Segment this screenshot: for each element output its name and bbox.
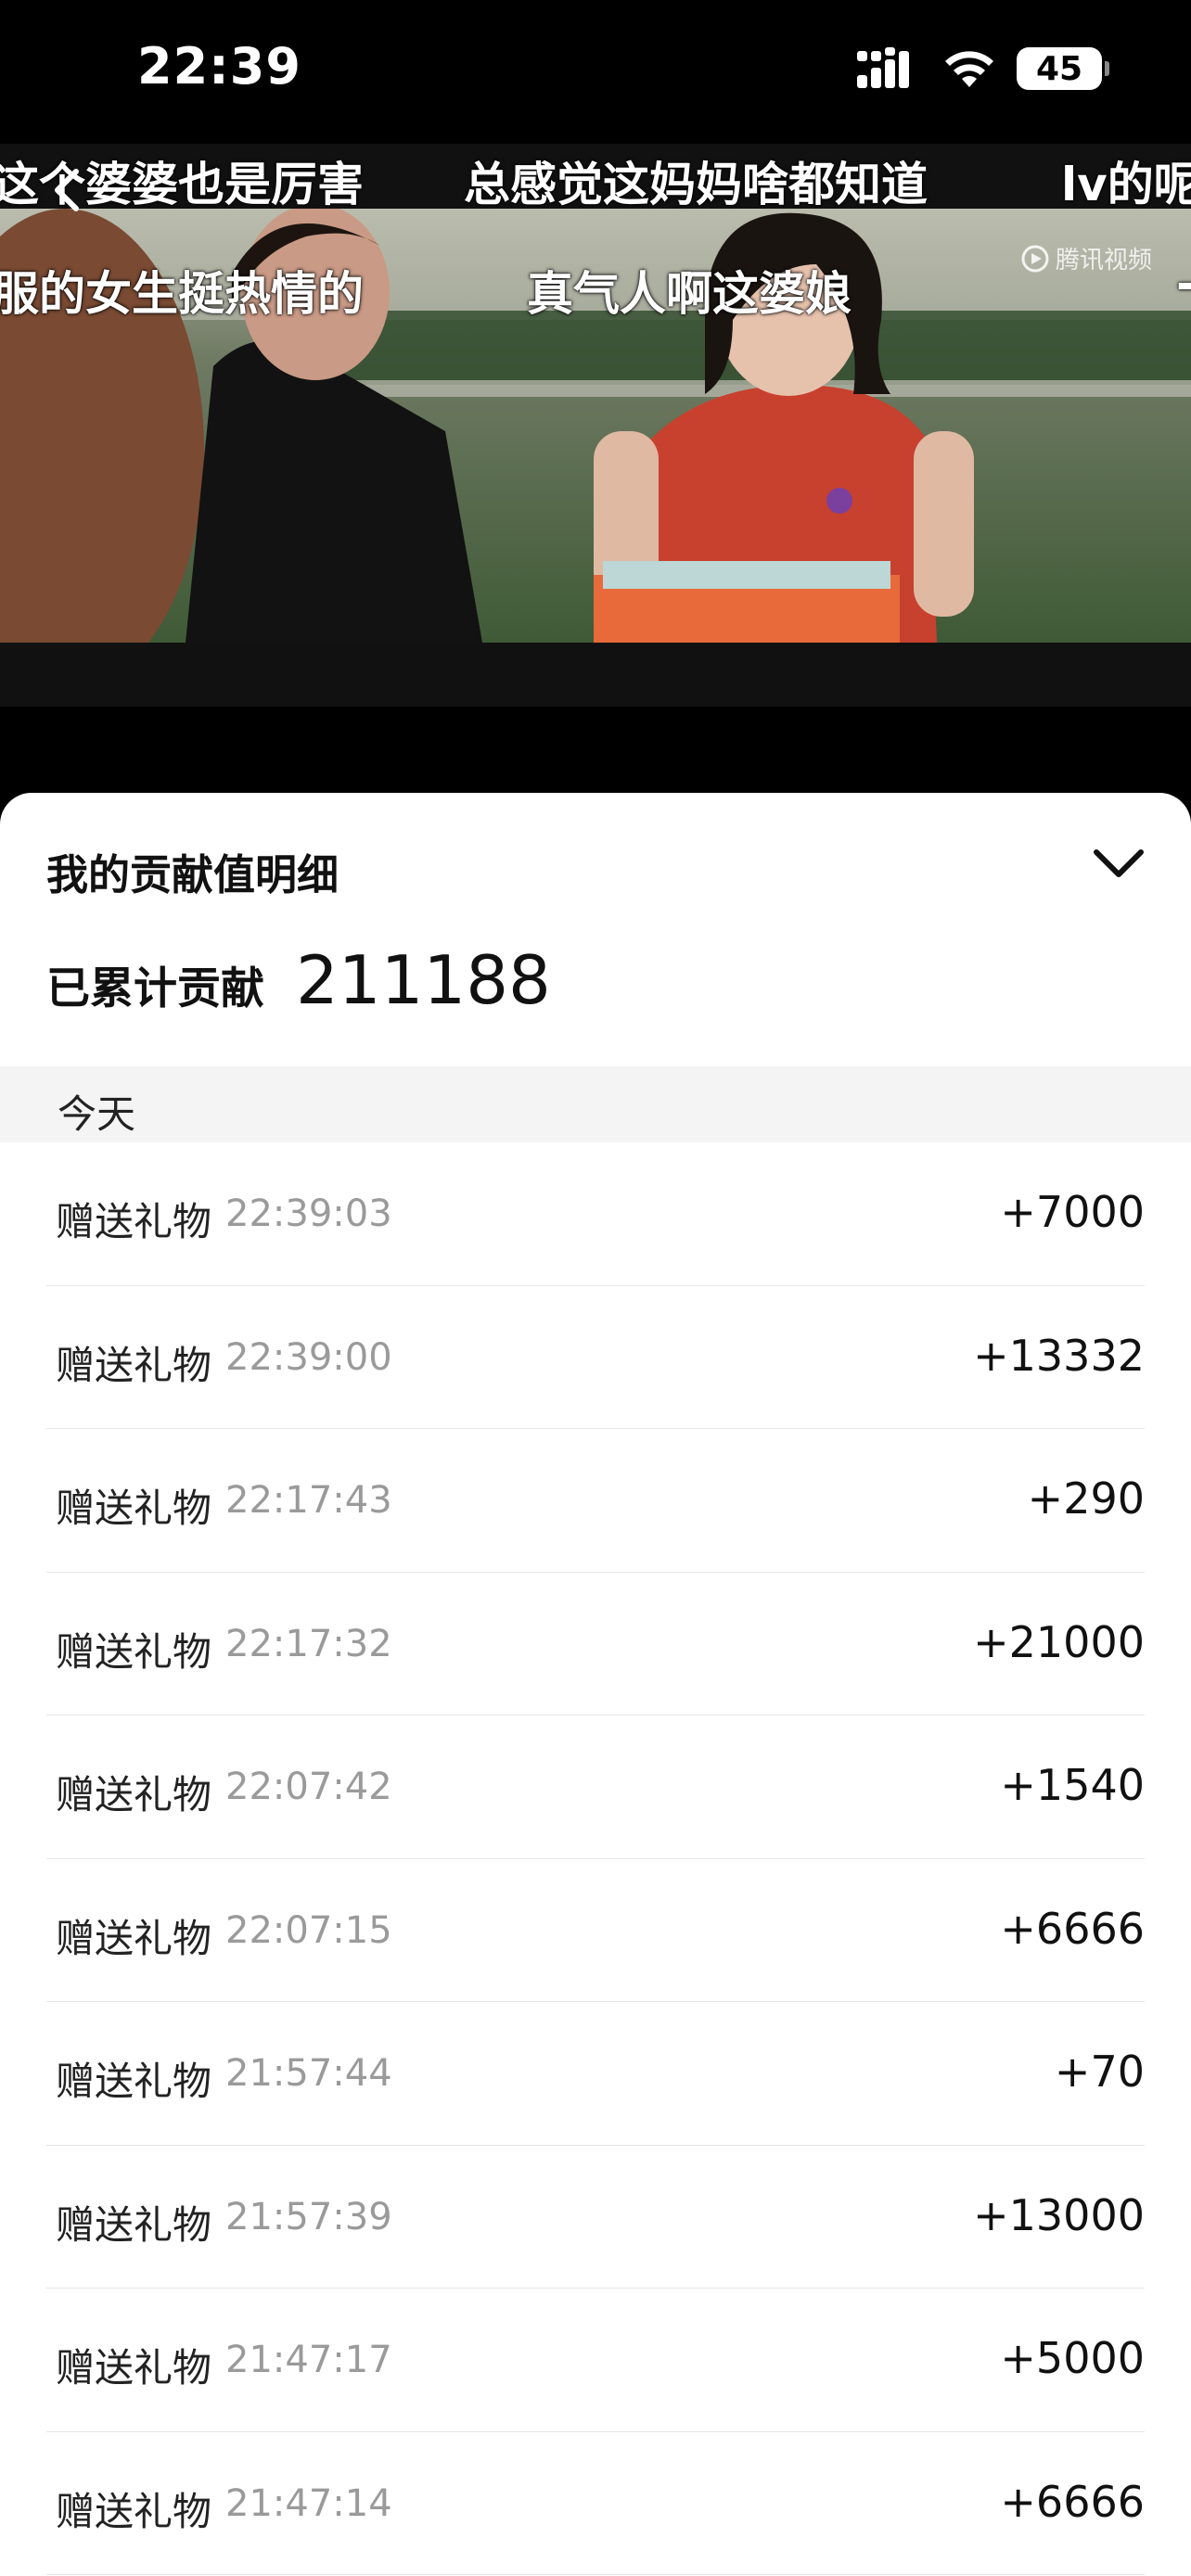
record-time: 21:57:44 <box>225 2052 392 2095</box>
video-player[interactable]: 这个婆婆也是厉害 总感觉这妈妈啥都知道 lv的呢 服的女生挺热情的 真气人啊这婆… <box>0 144 1191 707</box>
record-amount: +6666 <box>1000 2476 1145 2527</box>
wifi-icon <box>945 51 993 87</box>
record-amount: +13000 <box>973 2189 1145 2240</box>
record-label: 赠送礼物 <box>56 1486 212 1531</box>
total-contribution-value: 211188 <box>296 941 551 1019</box>
list-item: 赠送礼物 21:47:17 +5000 <box>0 2289 1191 2432</box>
danmaku-comment: 服的女生挺热情的 <box>0 267 364 321</box>
danmaku-comment: - <box>1176 257 1191 311</box>
record-amount: +70 <box>1054 2047 1145 2097</box>
record-label: 赠送礼物 <box>56 1342 212 1388</box>
sheet-title: 我的贡献值明细 <box>46 850 339 899</box>
signal-icon <box>857 47 909 88</box>
total-contribution-label: 已累计贡献 <box>46 963 264 1014</box>
record-label: 赠送礼物 <box>56 2059 212 2104</box>
record-amount: +1540 <box>1000 1760 1145 1810</box>
record-time: 21:47:17 <box>225 2339 392 2381</box>
danmaku-comment: 总感觉这妈妈啥都知道 <box>464 158 928 211</box>
list-item: 赠送礼物 21:47:14 +6666 <box>0 2432 1191 2576</box>
record-time: 21:47:14 <box>225 2481 392 2525</box>
record-time: 22:07:42 <box>225 1766 392 1808</box>
list-item: 赠送礼物 22:17:43 +290 <box>0 1429 1191 1573</box>
status-icons: 45 <box>857 45 1109 93</box>
contribution-detail-sheet: 我的贡献值明细 已累计贡献 211188 今天 赠送礼物 22:39:03 +7… <box>0 793 1191 2576</box>
record-time: 22:07:15 <box>225 1908 392 1952</box>
list-item: 赠送礼物 21:57:39 +13000 <box>0 2146 1191 2289</box>
list-item: 赠送礼物 22:17:32 +21000 <box>0 1573 1191 1716</box>
danmaku-comment: lv的呢 <box>1061 158 1191 211</box>
record-amount: +7000 <box>1000 1187 1145 1237</box>
record-amount: +5000 <box>1000 2333 1145 2383</box>
chevron-down-icon[interactable] <box>1089 841 1148 886</box>
tencent-video-logo-icon <box>1021 245 1049 272</box>
record-label: 赠送礼物 <box>56 1772 212 1817</box>
section-header-today: 今天 <box>0 1066 1191 1142</box>
record-label: 赠送礼物 <box>56 2345 212 2391</box>
record-time: 22:17:32 <box>225 1622 392 1665</box>
status-bar: 22:39 45 <box>0 0 1191 144</box>
contribution-record-list[interactable]: 赠送礼物 22:39:03 +7000 赠送礼物 22:39:00 +13332… <box>0 1142 1191 2575</box>
watermark-text: 腾讯视频 <box>1056 247 1153 274</box>
tencent-video-watermark: 腾讯视频 <box>1020 241 1152 275</box>
record-time: 21:57:39 <box>225 2195 392 2238</box>
list-item: 赠送礼物 22:39:03 +7000 <box>0 1142 1191 1286</box>
list-item: 赠送礼物 22:39:00 +13332 <box>0 1286 1191 1430</box>
record-amount: +290 <box>1027 1473 1145 1524</box>
record-label: 赠送礼物 <box>56 1199 212 1244</box>
record-time: 22:39:00 <box>225 1335 392 1379</box>
record-label: 赠送礼物 <box>56 2488 212 2534</box>
record-amount: +21000 <box>973 1616 1145 1667</box>
status-time: 22:39 <box>137 37 301 96</box>
record-label: 赠送礼物 <box>56 2201 212 2248</box>
record-label: 赠送礼物 <box>56 1915 212 1961</box>
record-amount: +6666 <box>1000 1903 1145 1954</box>
battery-icon: 45 <box>1017 47 1109 90</box>
record-time: 22:39:03 <box>225 1192 392 1235</box>
list-item: 赠送礼物 21:57:44 +70 <box>0 2002 1191 2146</box>
total-contribution: 已累计贡献 211188 <box>46 941 551 1019</box>
record-amount: +13332 <box>973 1330 1145 1381</box>
list-item: 赠送礼物 22:07:42 +1540 <box>0 1715 1191 1859</box>
record-time: 22:17:43 <box>225 1479 392 1522</box>
chevron-left-icon[interactable] <box>50 168 83 212</box>
list-item: 赠送礼物 22:07:15 +6666 <box>0 1859 1191 2003</box>
record-label: 赠送礼物 <box>56 1628 212 1675</box>
section-header-label: 今天 <box>58 1091 136 1137</box>
danmaku-comment: 真气人啊这婆娘 <box>527 267 852 321</box>
